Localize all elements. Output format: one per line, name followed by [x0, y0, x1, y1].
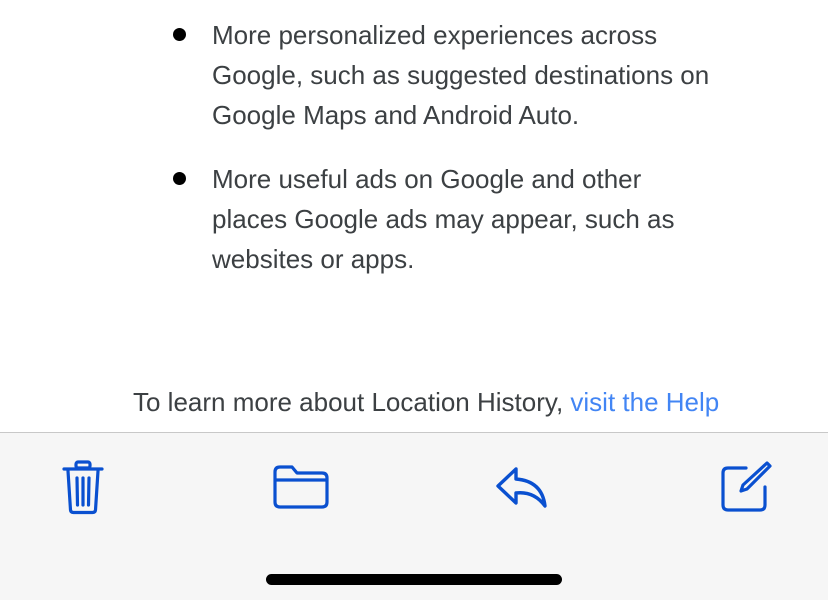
email-body: More personalized experiences across Goo… [0, 0, 828, 432]
mail-message-screen: More personalized experiences across Goo… [0, 0, 828, 600]
list-item-text: More useful ads on Google and other plac… [212, 164, 675, 274]
reply-icon [496, 467, 547, 508]
list-item: More useful ads on Google and other plac… [173, 159, 712, 279]
move-to-folder-button[interactable] [269, 455, 333, 519]
mail-toolbar [0, 432, 828, 600]
compose-icon [721, 461, 772, 512]
benefits-list: More personalized experiences across Goo… [173, 15, 712, 303]
bullet-dot [173, 172, 186, 185]
reply-button[interactable] [490, 455, 554, 519]
learn-more-paragraph: To learn more about Location History, vi… [133, 381, 753, 432]
trash-icon [62, 460, 104, 515]
trash-button[interactable] [51, 455, 115, 519]
learn-more-text: To learn more about Location History, [133, 387, 571, 417]
list-item: More personalized experiences across Goo… [173, 15, 712, 135]
folder-icon [273, 465, 329, 509]
list-item-text: More personalized experiences across Goo… [212, 20, 710, 130]
bullet-dot [173, 28, 186, 41]
compose-button[interactable] [712, 455, 776, 519]
home-indicator[interactable] [266, 574, 562, 585]
